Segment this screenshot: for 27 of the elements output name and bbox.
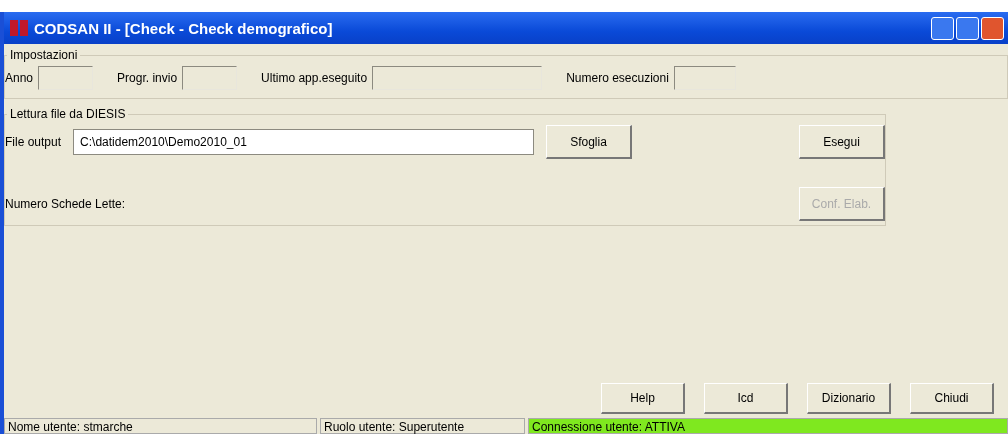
field-label: File output [5, 135, 62, 149]
input-field[interactable] [182, 66, 238, 90]
input-field[interactable] [673, 66, 736, 90]
action-button[interactable]: Chiudi [910, 383, 994, 414]
maximize-button[interactable] [956, 16, 979, 40]
field-label: Ultimo app.eseguito [261, 71, 368, 85]
field-label: Progr. invio [117, 71, 178, 85]
app-logo-icon [10, 19, 28, 37]
group-title: Lettura file da DIESIS [9, 107, 127, 121]
group-title: Impostazioni [9, 48, 79, 62]
status-segment: Nome utente: stmarche [4, 418, 317, 434]
status-segment: Ruolo utente: Superutente [320, 418, 525, 434]
action-button[interactable]: Icd [704, 383, 788, 414]
input-field[interactable] [372, 66, 543, 90]
input-field[interactable] [38, 66, 94, 90]
action-button[interactable]: Dizionario [807, 383, 891, 414]
records-label: Numero Schede Lette: [5, 197, 126, 211]
browse-button[interactable]: Sfoglia [546, 125, 633, 159]
minimize-button[interactable] [931, 16, 954, 40]
action-button[interactable]: Help [601, 383, 685, 414]
file-path-field[interactable]: C:\datidem2010\Demo2010_01 [73, 129, 535, 155]
field-label: Anno [5, 71, 34, 85]
run-button[interactable]: Esegui [799, 125, 885, 159]
status-segment: Connessione utente: ATTIVA [528, 418, 1008, 434]
close-button[interactable] [981, 16, 1004, 40]
window-title: CODSAN II - [Check - Check demografico] [34, 19, 334, 37]
field-label: Numero esecuzioni [566, 71, 669, 85]
